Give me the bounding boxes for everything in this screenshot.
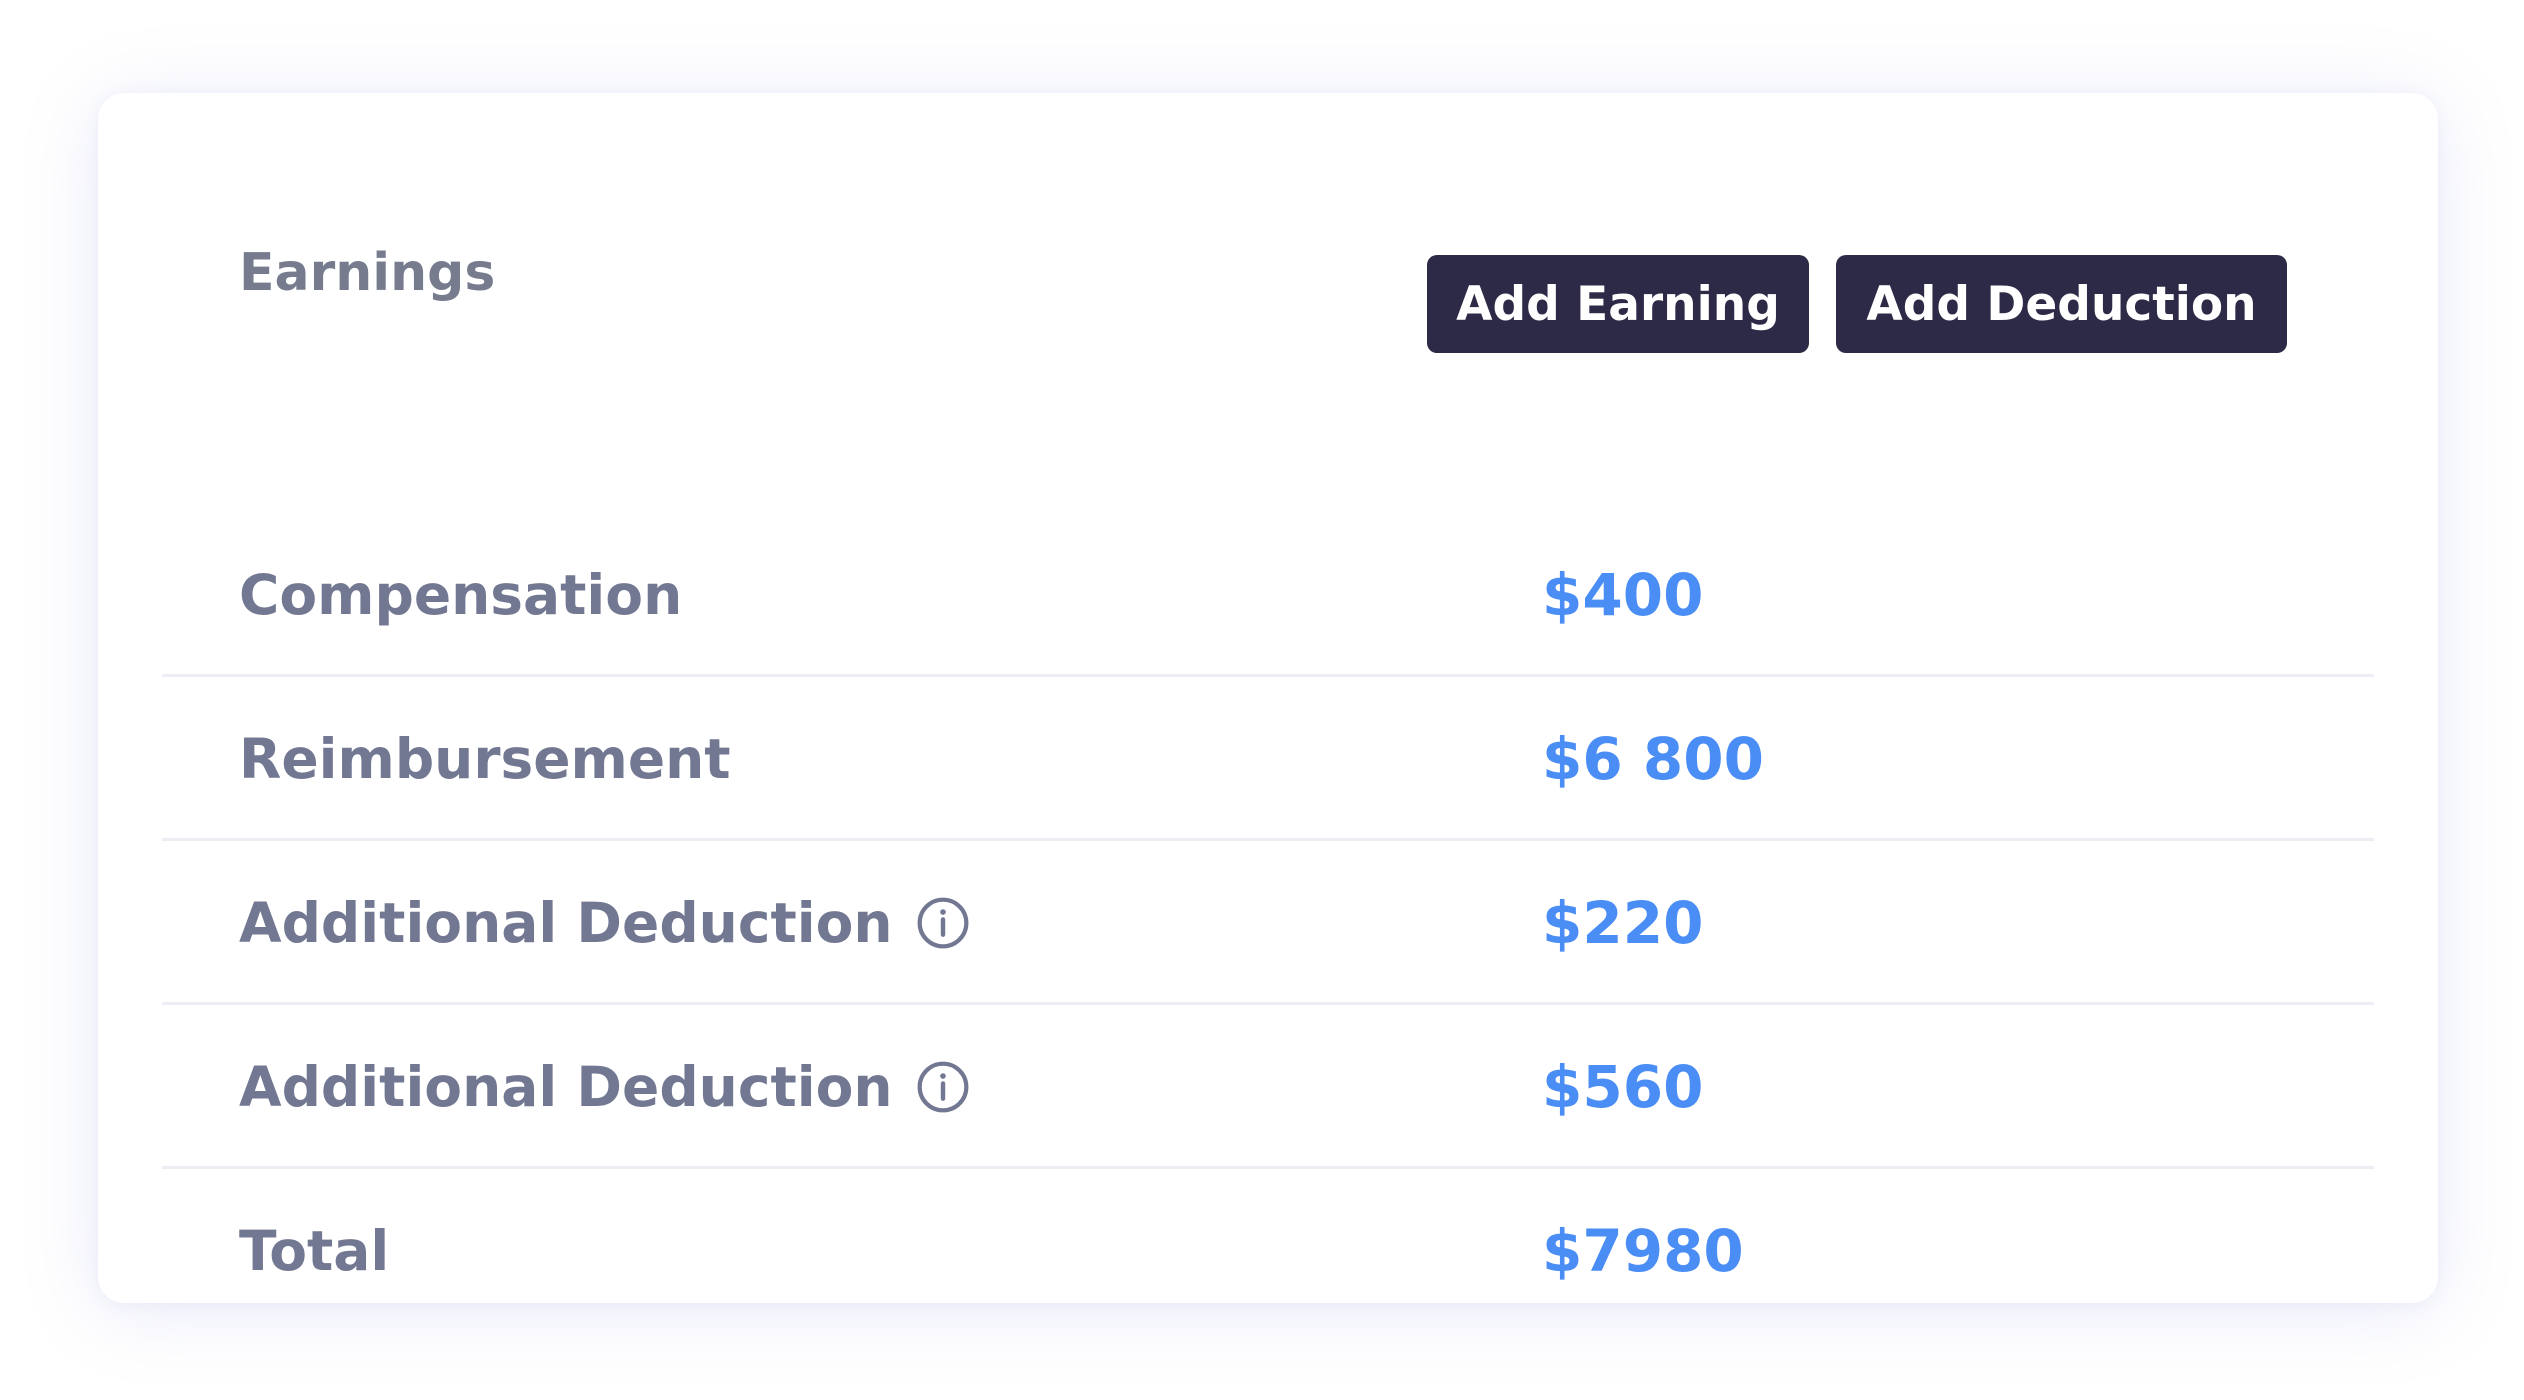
- earnings-header: Earnings Add Earning Add Deduction: [98, 93, 2438, 353]
- row-amount: $560: [1542, 1053, 1704, 1121]
- row-label-text: Additional Deduction: [239, 1055, 893, 1119]
- row-label: Total: [239, 1219, 389, 1283]
- earnings-row-reimbursement: Reimbursement $6 800: [162, 677, 2374, 841]
- earnings-row-compensation: Compensation $400: [162, 513, 2374, 677]
- info-icon[interactable]: [915, 895, 971, 951]
- earnings-list: Compensation $400 Reimbursement $6 800 A…: [162, 513, 2374, 1333]
- row-amount: $400: [1542, 561, 1704, 629]
- row-label: Additional Deduction: [239, 891, 971, 955]
- row-label-text: Additional Deduction: [239, 891, 893, 955]
- row-label-text: Total: [239, 1219, 390, 1283]
- earnings-title: Earnings: [239, 243, 496, 303]
- earnings-row-additional-deduction-1: Additional Deduction $220: [162, 841, 2374, 1005]
- row-label: Compensation: [239, 563, 682, 627]
- earnings-row-additional-deduction-2: Additional Deduction $560: [162, 1005, 2374, 1169]
- add-deduction-button[interactable]: Add Deduction: [1836, 255, 2287, 353]
- row-amount: $6 800: [1542, 725, 1764, 793]
- row-amount: $220: [1542, 889, 1704, 957]
- row-label-text: Compensation: [239, 563, 683, 627]
- row-amount-total: $7980: [1542, 1217, 1744, 1285]
- row-label-text: Reimbursement: [239, 727, 731, 791]
- row-label: Additional Deduction: [239, 1055, 971, 1119]
- earnings-row-total: Total $7980: [162, 1169, 2374, 1333]
- add-earning-button[interactable]: Add Earning: [1427, 255, 1809, 353]
- info-icon[interactable]: [915, 1059, 971, 1115]
- row-label: Reimbursement: [239, 727, 731, 791]
- earnings-card: Earnings Add Earning Add Deduction Compe…: [98, 93, 2438, 1303]
